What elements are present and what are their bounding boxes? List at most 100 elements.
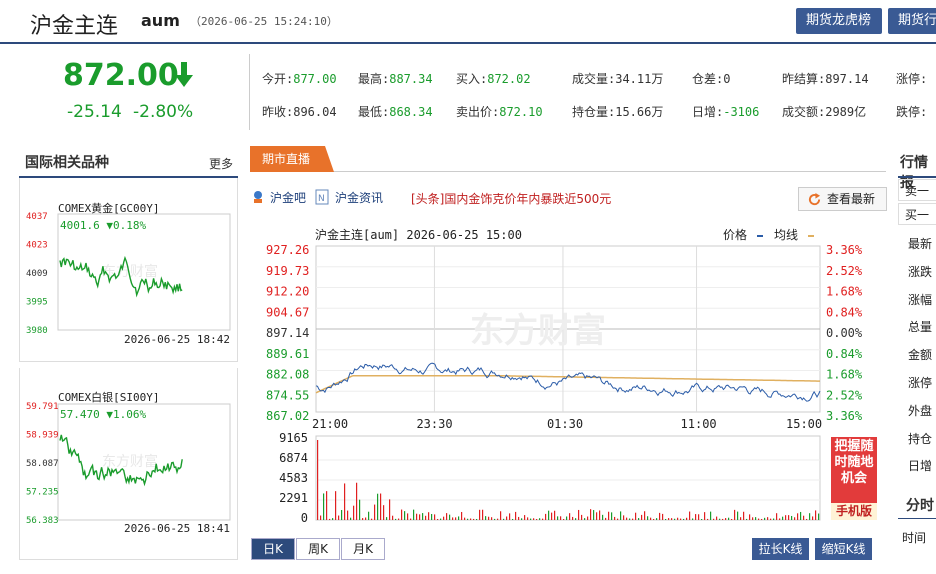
- forum-link[interactable]: 沪金吧: [270, 189, 306, 206]
- pct-tick: 1.68%: [826, 285, 863, 299]
- volume-bar: [371, 518, 373, 520]
- stat-1-5: 仓差:0: [692, 70, 730, 87]
- stat-value: 872.02: [487, 72, 531, 86]
- futures-leaderboard-button[interactable]: 期货龙虎榜: [796, 8, 882, 34]
- volume-bar: [410, 518, 412, 520]
- silver-watermark: 东方财富: [102, 453, 158, 470]
- volume-bar: [533, 518, 535, 520]
- mini-y-tick: 57.235: [26, 488, 59, 498]
- volume-bar: [356, 482, 358, 520]
- volume-bar: [467, 518, 469, 520]
- volume-bar: [401, 509, 403, 520]
- stat-1-7: 涨停:: [896, 70, 927, 87]
- volume-bar: [569, 513, 571, 520]
- volume-bar: [587, 516, 589, 520]
- view-latest-button[interactable]: 查看最新: [798, 187, 887, 211]
- volume-bar: [515, 511, 517, 520]
- volume-bar: [464, 517, 466, 520]
- stat-value: 887.34: [389, 72, 433, 86]
- volume-bar: [596, 512, 598, 520]
- tab-weekly-k[interactable]: 周K: [296, 538, 340, 560]
- volume-bar: [803, 515, 805, 520]
- legend-average-swatch: [807, 234, 814, 237]
- volume-bar: [746, 518, 748, 520]
- stat-value: 2989亿: [825, 105, 867, 119]
- volume-bar: [506, 516, 508, 520]
- intl-related-title: 国际相关品种: [25, 155, 109, 171]
- pct-tick: 3.36%: [826, 409, 863, 423]
- volume-bar: [488, 516, 490, 520]
- quote-field-label: 持仓: [908, 431, 933, 446]
- volume-bar: [365, 517, 367, 520]
- volume-bar: [719, 518, 721, 520]
- volume-bar: [605, 517, 607, 520]
- stretch-k-button[interactable]: 拉长K线: [752, 538, 809, 560]
- intraday-chart[interactable]: 东方财富 927.26 919.73 912.20 904.67 897.14 889.6…: [250, 240, 886, 530]
- quote-field-label: 总量: [908, 320, 933, 335]
- volume-bar: [698, 514, 700, 520]
- stat-label: 跌停:: [896, 105, 928, 119]
- volume-bar: [812, 516, 814, 520]
- volume-bar: [527, 517, 529, 520]
- volume-bar: [665, 518, 667, 520]
- volume-bar: [572, 516, 574, 520]
- volume-bar: [461, 511, 463, 520]
- price-tick: 927.26: [266, 243, 309, 257]
- volume-bar: [716, 516, 718, 520]
- volume-bar: [692, 518, 694, 520]
- time-tick: 15:00: [786, 417, 822, 431]
- volume-bar: [335, 491, 337, 520]
- volume-bar: [725, 518, 727, 520]
- time-tick: 23:30: [416, 417, 452, 431]
- stat-label: 昨结算:: [782, 72, 826, 86]
- volume-bar: [740, 517, 742, 520]
- refresh-icon: [808, 193, 821, 206]
- stat-value: 896.04: [293, 105, 337, 119]
- mobile-ad-banner[interactable]: 把握随时随地机会 手机版: [831, 437, 877, 520]
- mini-y-tick: 4037: [26, 212, 48, 222]
- shrink-k-button[interactable]: 缩短K线: [815, 538, 872, 560]
- volume-bar: [329, 518, 331, 520]
- volume-bar: [785, 515, 787, 520]
- volume-bar: [599, 510, 601, 520]
- price-tick: 867.02: [266, 409, 309, 423]
- futures-market-button[interactable]: 期货行: [888, 8, 936, 34]
- volume-bar: [374, 504, 376, 520]
- forum-icon: [254, 191, 262, 203]
- volume-bar: [797, 513, 799, 520]
- volume-bar: [449, 514, 451, 520]
- volume-bar: [566, 516, 568, 520]
- tab-futures-live[interactable]: 期市直播: [250, 146, 334, 172]
- headline-news-link[interactable]: [头条]国内金饰克价年内暴跌近500元: [411, 190, 611, 207]
- volume-bar: [722, 518, 724, 520]
- volume-bar: [413, 509, 415, 520]
- volume-bar: [581, 514, 583, 520]
- volume-bar: [620, 511, 622, 520]
- stat-1-3: 买入:872.02: [456, 70, 531, 87]
- volume-bar: [320, 515, 322, 520]
- stat-label: 昨收:: [262, 105, 294, 119]
- tab-daily-k[interactable]: 日K: [251, 538, 295, 560]
- section-underline: [898, 176, 936, 178]
- volume-bar: [608, 511, 610, 520]
- ad-footer: 手机版: [831, 503, 877, 520]
- price-tick: 904.67: [266, 305, 309, 319]
- volume-bar: [770, 518, 772, 520]
- tab-monthly-k[interactable]: 月K: [341, 538, 385, 560]
- volume-bar: [575, 518, 577, 520]
- section-underline: [898, 518, 936, 519]
- volume-bar: [539, 518, 541, 520]
- volume-bar: [344, 483, 346, 520]
- volume-bar: [806, 518, 808, 520]
- volume-bar: [347, 510, 349, 520]
- volume-bar: [452, 517, 454, 520]
- more-link[interactable]: 更多: [209, 155, 233, 172]
- volume-bar: [512, 518, 514, 520]
- volume-bar: [548, 510, 550, 520]
- volume-bar: [767, 517, 769, 520]
- quote-field-label: 日增: [908, 459, 933, 474]
- volume-bar: [677, 517, 679, 520]
- stat-2-1: 昨收:896.04: [262, 103, 337, 120]
- news-link[interactable]: 沪金资讯: [335, 189, 383, 206]
- quote-field-label: 涨停: [908, 376, 933, 390]
